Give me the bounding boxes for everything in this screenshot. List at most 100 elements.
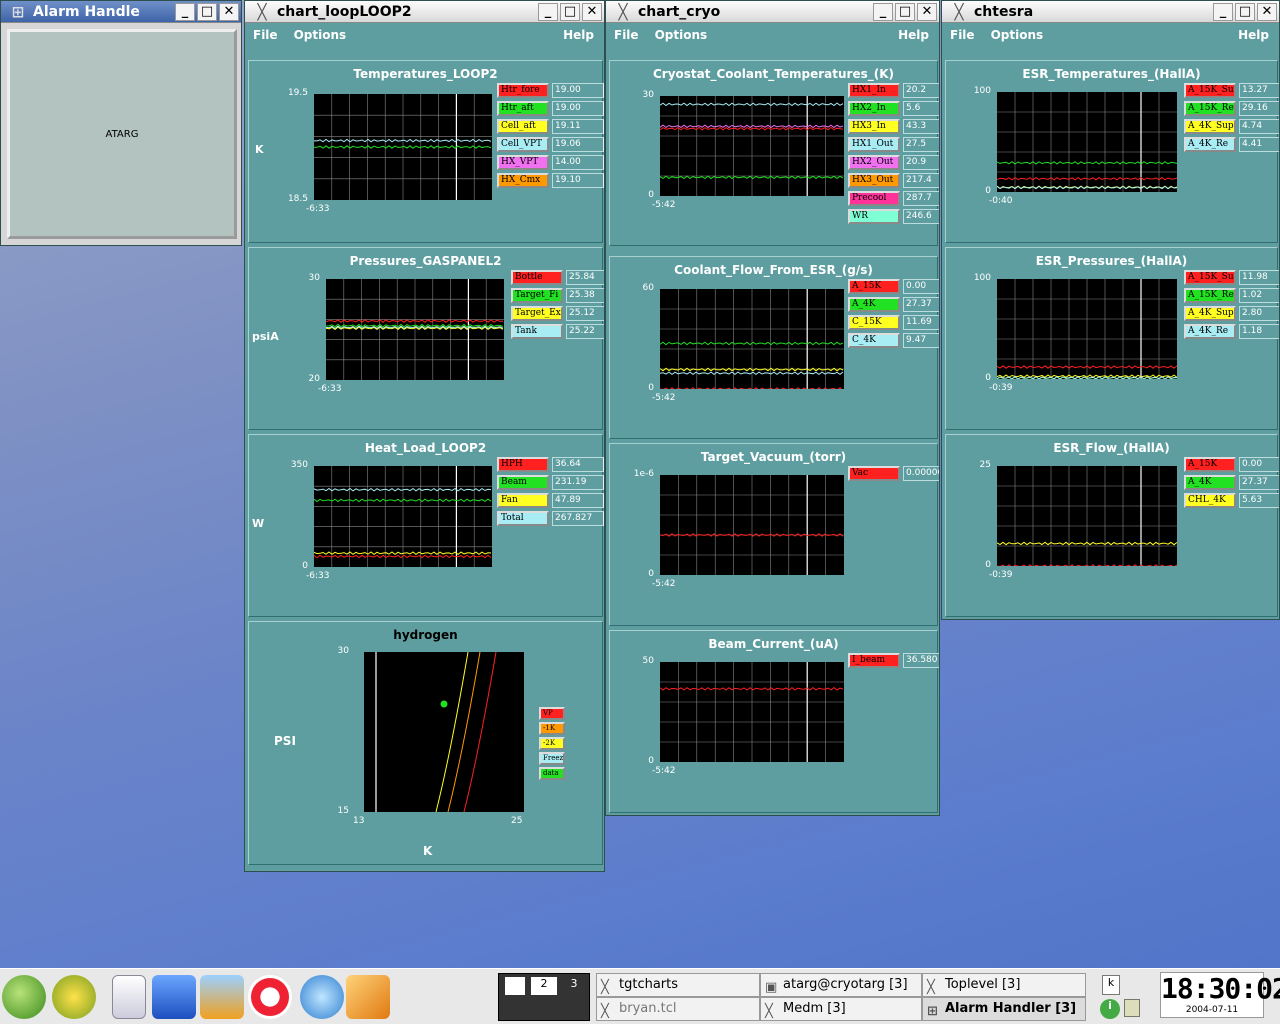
legend-channel-button[interactable]: Cell_aft bbox=[497, 119, 549, 134]
legend-channel-button[interactable]: I_beam bbox=[848, 653, 900, 668]
legend-channel-button[interactable]: Vac bbox=[848, 466, 900, 481]
alarm-titlebar[interactable]: ⊞ Alarm Handle _ □ ✕ bbox=[1, 1, 241, 23]
legend-channel-button[interactable]: A_15K_Re bbox=[1184, 288, 1236, 303]
options-menu[interactable]: Options bbox=[294, 28, 347, 42]
legend-channel-button[interactable]: A_15K bbox=[848, 279, 900, 294]
suse-menu-icon[interactable] bbox=[2, 975, 46, 1019]
legend-channel-button[interactable]: HX1_Out bbox=[848, 137, 900, 152]
help-menu[interactable]: Help bbox=[1238, 28, 1269, 42]
legend-channel-button[interactable]: Target_Fi bbox=[511, 288, 563, 303]
loop-titlebar[interactable]: ╳ chart_loopLOOP2 _ □ ✕ bbox=[245, 1, 604, 23]
info-icon[interactable]: i bbox=[1100, 999, 1120, 1019]
task-bryan-tcl[interactable]: ╳ bryan.tcl bbox=[596, 997, 760, 1021]
legend-channel-button[interactable]: Htr_aft bbox=[497, 101, 549, 116]
browser-icon[interactable] bbox=[300, 975, 344, 1019]
clock[interactable]: 18:30:02 2004-07-11 bbox=[1160, 972, 1280, 1018]
cryo-titlebar[interactable]: ╳ chart_cryo _ □ ✕ bbox=[606, 1, 939, 23]
strip-chart-plot[interactable] bbox=[660, 289, 844, 389]
task-alarm-handler[interactable]: ⊞ Alarm Handler [3] bbox=[922, 997, 1086, 1021]
legend-channel-button[interactable]: HPH bbox=[497, 457, 549, 472]
legend-channel-button[interactable]: HX3_In bbox=[848, 119, 900, 134]
strip-chart-plot[interactable] bbox=[997, 92, 1177, 192]
file-menu[interactable]: File bbox=[950, 28, 975, 42]
help-menu[interactable]: Help bbox=[563, 28, 594, 42]
legend-channel-button[interactable]: A_4K_Re bbox=[1184, 137, 1236, 152]
lightning-icon[interactable] bbox=[52, 975, 96, 1019]
pager-desk-2[interactable]: 2 bbox=[531, 977, 557, 995]
strip-chart-plot[interactable] bbox=[660, 662, 844, 762]
strip-chart-plot[interactable] bbox=[314, 466, 492, 567]
legend-channel-button[interactable]: A_4K bbox=[1184, 475, 1236, 490]
klipper-icon[interactable]: k bbox=[1102, 975, 1120, 995]
maximize-button[interactable]: □ bbox=[560, 2, 580, 21]
legend-channel-button[interactable]: Beam bbox=[497, 475, 549, 490]
control-center-icon[interactable] bbox=[200, 975, 244, 1019]
strip-chart-plot[interactable] bbox=[326, 279, 504, 380]
legend-channel-button[interactable]: A_15K_Re bbox=[1184, 101, 1236, 116]
legend-channel-button[interactable]: Precool bbox=[848, 191, 900, 206]
legend-channel-button[interactable]: WR bbox=[848, 209, 900, 224]
legend-channel-button[interactable]: A_15K bbox=[1184, 457, 1236, 472]
minimize-button[interactable]: _ bbox=[175, 2, 195, 21]
close-button[interactable]: ✕ bbox=[582, 2, 602, 21]
task-toplevel[interactable]: ╳ Toplevel [3] bbox=[922, 973, 1086, 997]
legend-channel-button[interactable]: Target_Ex bbox=[511, 306, 563, 321]
maximize-button[interactable]: □ bbox=[197, 2, 217, 21]
close-button[interactable]: ✕ bbox=[1257, 2, 1277, 21]
strip-chart-plot[interactable] bbox=[997, 279, 1177, 379]
esr-titlebar[interactable]: ╳ chtesra _ □ ✕ bbox=[942, 1, 1279, 23]
strip-chart-plot[interactable] bbox=[660, 475, 844, 575]
phase-diagram-plot[interactable] bbox=[364, 652, 524, 812]
legend-channel-button[interactable]: HX2_Out bbox=[848, 155, 900, 170]
legend-channel-button[interactable]: A_4K_Re bbox=[1184, 324, 1236, 339]
maximize-button[interactable]: □ bbox=[1235, 2, 1255, 21]
legend-channel-button[interactable]: -1K bbox=[539, 722, 565, 735]
maximize-button[interactable]: □ bbox=[895, 2, 915, 21]
minimize-button[interactable]: _ bbox=[1213, 2, 1233, 21]
minimize-button[interactable]: _ bbox=[538, 2, 558, 21]
legend-channel-button[interactable]: Tank bbox=[511, 324, 563, 339]
options-menu[interactable]: Options bbox=[991, 28, 1044, 42]
task-atarg-terminal[interactable]: ▣ atarg@cryotarg [3] bbox=[760, 973, 922, 997]
legend-channel-button[interactable]: -2K bbox=[539, 737, 565, 750]
strip-chart-plot[interactable] bbox=[660, 96, 844, 196]
task-medm[interactable]: ╳ Medm [3] bbox=[760, 997, 922, 1021]
file-menu[interactable]: File bbox=[614, 28, 639, 42]
legend-channel-button[interactable]: Fan bbox=[497, 493, 549, 508]
legend-channel-button[interactable]: data bbox=[539, 767, 565, 780]
strip-chart-plot[interactable] bbox=[314, 94, 492, 200]
minimize-button[interactable]: _ bbox=[873, 2, 893, 21]
legend-channel-button[interactable]: A_15K_Su bbox=[1184, 83, 1236, 98]
help-lifebuoy-icon[interactable] bbox=[248, 975, 292, 1019]
legend-channel-button[interactable]: C_4K bbox=[848, 333, 900, 348]
close-button[interactable]: ✕ bbox=[219, 2, 239, 21]
legend-channel-button[interactable]: HX1_In bbox=[848, 83, 900, 98]
close-button[interactable]: ✕ bbox=[917, 2, 937, 21]
file-menu[interactable]: File bbox=[253, 28, 278, 42]
legend-channel-button[interactable]: CHL_4K bbox=[1184, 493, 1236, 508]
office-icon[interactable] bbox=[346, 975, 390, 1019]
legend-channel-button[interactable]: A_4K_Sup bbox=[1184, 306, 1236, 321]
legend-channel-button[interactable]: HX_Cmx bbox=[497, 173, 549, 188]
pager-desk-1[interactable]: 1 bbox=[505, 977, 525, 995]
legend-channel-button[interactable]: C_15K bbox=[848, 315, 900, 330]
home-icon[interactable] bbox=[152, 975, 196, 1019]
legend-channel-button[interactable]: Bottle bbox=[511, 270, 563, 285]
legend-channel-button[interactable]: A_4K bbox=[848, 297, 900, 312]
legend-channel-button[interactable]: Cell_VPT bbox=[497, 137, 549, 152]
legend-channel-button[interactable]: HX_VPT bbox=[497, 155, 549, 170]
legend-channel-button[interactable]: Total bbox=[497, 511, 549, 526]
options-menu[interactable]: Options bbox=[655, 28, 708, 42]
legend-channel-button[interactable]: HX3_Out bbox=[848, 173, 900, 188]
strip-chart-plot[interactable] bbox=[997, 466, 1177, 566]
legend-channel-button[interactable]: Freeze bbox=[539, 752, 565, 765]
legend-channel-button[interactable]: A_4K_Sup bbox=[1184, 119, 1236, 134]
task-tgtcharts[interactable]: ╳ tgtcharts bbox=[596, 973, 760, 997]
help-menu[interactable]: Help bbox=[898, 28, 929, 42]
legend-channel-button[interactable]: Htr_fore bbox=[497, 83, 549, 98]
lock-icon[interactable] bbox=[1124, 999, 1140, 1017]
legend-channel-button[interactable]: A_15K_Su bbox=[1184, 270, 1236, 285]
legend-channel-button[interactable]: VP bbox=[539, 707, 565, 720]
legend-channel-button[interactable]: HX2_In bbox=[848, 101, 900, 116]
pager-desk-3[interactable]: 3 bbox=[563, 977, 585, 995]
